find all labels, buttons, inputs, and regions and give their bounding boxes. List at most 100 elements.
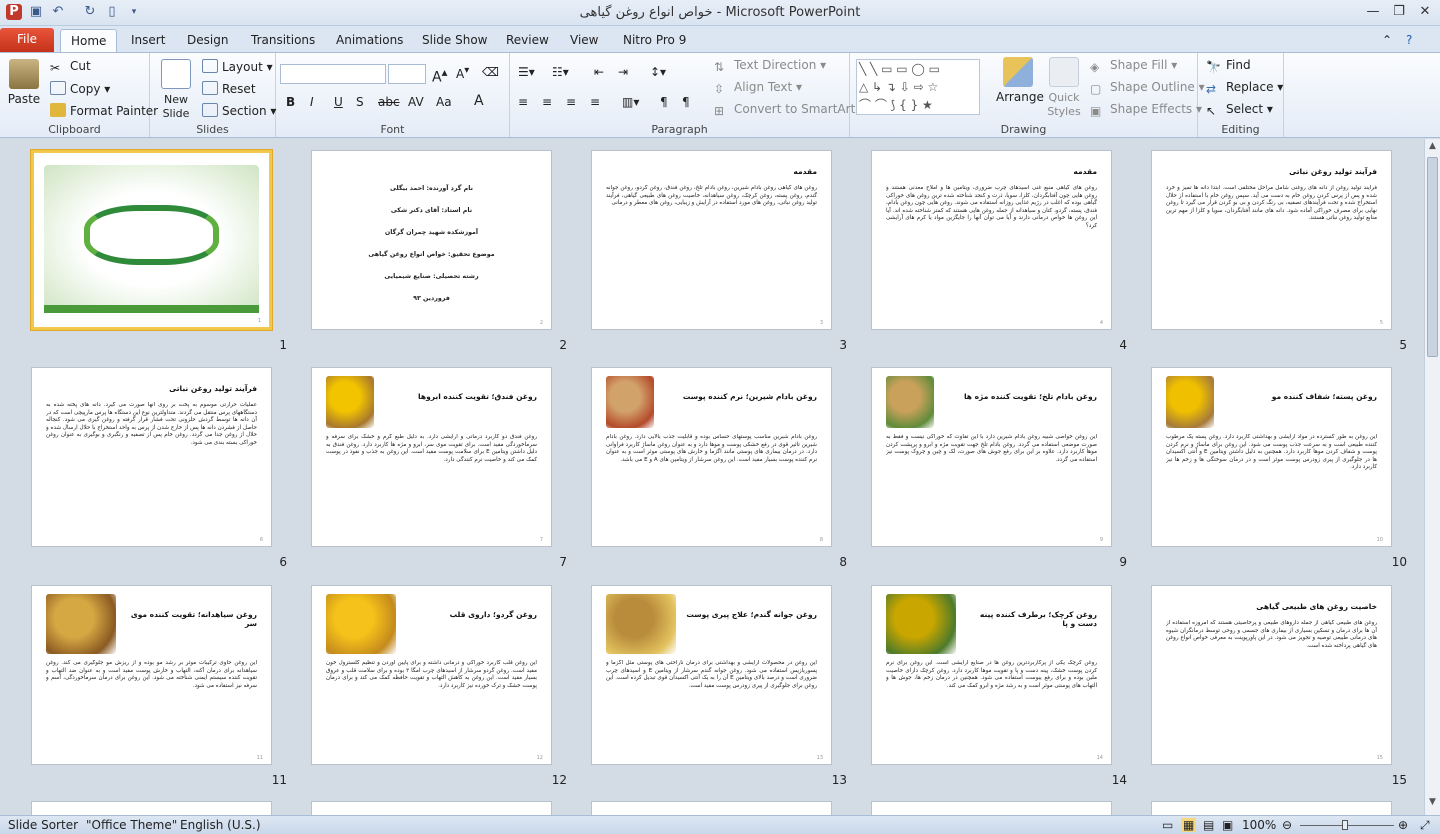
tab-animations[interactable]: Animations xyxy=(326,29,413,52)
section-button[interactable]: Section ▾ xyxy=(202,103,276,118)
clear-format-icon[interactable]: ⌫ xyxy=(482,65,499,79)
align-center-icon[interactable]: ≡ xyxy=(542,95,552,109)
tab-home[interactable]: Home xyxy=(60,29,118,52)
increase-indent-icon[interactable]: ⇥ xyxy=(618,65,628,79)
zoom-slider-thumb[interactable] xyxy=(1342,820,1348,830)
find-button[interactable]: 🔭 Find xyxy=(1206,58,1251,74)
normal-view-icon[interactable]: ▭ xyxy=(1162,818,1173,832)
font-size-combo[interactable] xyxy=(388,64,426,84)
italic-icon[interactable]: I xyxy=(310,95,314,109)
ltr-icon[interactable]: ¶ xyxy=(682,95,690,109)
font-color-icon[interactable]: A xyxy=(474,93,484,109)
quick-styles-button[interactable]: Quick Styles xyxy=(1044,57,1084,118)
zoom-in-icon[interactable]: ⊕ xyxy=(1398,818,1408,832)
copy-button[interactable]: Copy ▾ xyxy=(50,81,110,96)
select-button[interactable]: ↖ Select ▾ xyxy=(1206,102,1273,118)
paste-button[interactable]: Paste xyxy=(6,59,42,106)
language[interactable]: English (U.S.) xyxy=(180,818,261,832)
font-name-combo[interactable] xyxy=(280,64,386,84)
numbering-icon[interactable]: ☷▾ xyxy=(552,65,569,79)
slide-thumbnail[interactable]: روغن گردو؛ داروی قلب این روغن قلب کاربرد … xyxy=(311,585,552,765)
shapes-gallery[interactable]: ╲ ╲ ▭ ▭ ◯ ▭ △ ↳ ↴ ⇩ ⇨ ☆ ⌒ ⌒ ⟆ { } ★ xyxy=(856,59,980,115)
slide-heading: مقدمه xyxy=(793,167,817,176)
grow-font-icon[interactable]: A▴ xyxy=(432,65,447,86)
zoom-level[interactable]: 100% xyxy=(1242,818,1276,832)
slide-thumbnail[interactable]: فرآیند تولید روغن نباتی فرآیند تولید روغن… xyxy=(1151,150,1392,330)
tab-design[interactable]: Design xyxy=(177,29,238,52)
minimize-ribbon-icon[interactable]: ⌃ xyxy=(1378,29,1396,52)
slide-thumbnail[interactable]: مقدمه روغن های گیاهی منبع غنی اسیدهای چرب… xyxy=(871,150,1112,330)
reading-view-icon[interactable]: ▤ xyxy=(1203,818,1214,832)
tab-view[interactable]: View xyxy=(560,29,608,52)
scroll-down-icon[interactable]: ▼ xyxy=(1427,797,1438,811)
scroll-thumb[interactable] xyxy=(1427,157,1438,357)
shadow-icon[interactable]: S xyxy=(356,95,364,109)
slide-thumbnail[interactable]: نام گرد آورنده: احمد بیگلی نام استاد: آقا… xyxy=(311,150,552,330)
text-direction-button[interactable]: ⇅ Text Direction ▾ xyxy=(714,58,826,74)
slide-thumbnail[interactable] xyxy=(311,801,552,815)
slide-thumbnail[interactable]: روغن فندق؛ تقویت کننده ابروها روغن فندق د… xyxy=(311,367,552,547)
slide-thumbnail[interactable] xyxy=(871,801,1112,815)
tab-transitions[interactable]: Transitions xyxy=(241,29,325,52)
slide-thumbnail[interactable]: روغن پسته؛ شفاف کننده مو این روغن به طور … xyxy=(1151,367,1392,547)
slide-sorter-view-icon[interactable]: ▦ xyxy=(1181,818,1197,832)
slide-thumbnail[interactable]: 1 xyxy=(30,149,273,331)
convert-smartart-button[interactable]: ⊞Convert to SmartArt ▾ xyxy=(714,102,865,118)
align-text-button[interactable]: ⇳ Align Text ▾ xyxy=(714,80,802,96)
slide-thumbnail[interactable]: روغن بادام شیرین؛ نرم کننده پوست روغن باد… xyxy=(591,367,832,547)
slide-thumbnail[interactable]: فرآیند تولید روغن نباتی عملیات حرارتی موس… xyxy=(31,367,272,547)
line-spacing-icon[interactable]: ↕▾ xyxy=(650,65,666,79)
help-icon[interactable]: ? xyxy=(1400,29,1418,52)
zoom-out-icon[interactable]: ⊖ xyxy=(1282,818,1292,832)
slide-text-line: رشته تحصیلی: صنایع شیمیایی xyxy=(384,273,479,280)
slide-thumbnail[interactable]: روغن کرچک؛ برطرف کننده پینه دست و پا روغن… xyxy=(871,585,1112,765)
tab-file[interactable]: File xyxy=(0,28,54,52)
slide-thumbnail[interactable] xyxy=(1151,801,1392,815)
tab-review[interactable]: Review xyxy=(496,29,559,52)
fit-window-icon[interactable]: ⤢ xyxy=(1420,818,1430,833)
replace-button[interactable]: ⇄ Replace ▾ xyxy=(1206,80,1283,96)
columns-icon[interactable]: ▥▾ xyxy=(622,95,639,109)
char-spacing-icon[interactable]: AV xyxy=(408,95,424,109)
align-right-icon[interactable]: ≡ xyxy=(566,95,576,109)
arrange-button[interactable]: Arrange xyxy=(996,57,1044,104)
format-painter-button[interactable]: Format Painter xyxy=(50,103,158,118)
vertical-scrollbar[interactable]: ▲ ▼ xyxy=(1424,139,1440,815)
bullets-icon[interactable]: ☰▾ xyxy=(518,65,535,79)
slide-page-number: 2 xyxy=(539,320,543,326)
layout-button[interactable]: Layout ▾ xyxy=(202,59,273,74)
shape-outline-button[interactable]: ▢ Shape Outline ▾ xyxy=(1090,80,1205,96)
new-slide-button[interactable]: New Slide xyxy=(156,59,196,120)
slideshow-view-icon[interactable]: ▣ xyxy=(1222,818,1233,832)
cut-button[interactable]: ✂ Cut xyxy=(50,59,91,75)
slide-thumbnail[interactable] xyxy=(31,801,272,815)
underline-icon[interactable]: U xyxy=(334,95,343,109)
tab-nitro[interactable]: Nitro Pro 9 xyxy=(613,29,696,52)
slide-thumbnail[interactable]: مقدمه روغن های گیاهی روغن بادام شیرین، رو… xyxy=(591,150,832,330)
shrink-font-icon[interactable]: A▾ xyxy=(456,65,469,81)
close-icon[interactable]: ✕ xyxy=(1414,3,1436,21)
bold-icon[interactable]: B xyxy=(286,95,295,109)
slide-thumbnail[interactable]: خاصیت روغن های طبیعی گیاهی روغن های طبیعی… xyxy=(1151,585,1392,765)
reset-button[interactable]: Reset xyxy=(202,81,256,96)
restore-icon[interactable]: ❐ xyxy=(1388,3,1410,21)
tab-slide-show[interactable]: Slide Show xyxy=(412,29,497,52)
slide-thumbnail[interactable]: روغن بادام تلخ؛ تقویت کننده مژه ها این رو… xyxy=(871,367,1112,547)
change-case-icon[interactable]: Aa xyxy=(436,95,452,109)
scroll-up-icon[interactable]: ▲ xyxy=(1427,141,1438,155)
slide-thumbnail[interactable]: روغن سیاهدانه؛ تقویت کننده موی سر این روغ… xyxy=(31,585,272,765)
decrease-indent-icon[interactable]: ⇤ xyxy=(594,65,604,79)
shape-effects-button[interactable]: ▣ Shape Effects ▾ xyxy=(1090,102,1202,118)
justify-icon[interactable]: ≡ xyxy=(590,95,600,109)
strikethrough-icon[interactable]: abc xyxy=(378,95,400,109)
slide-thumbnail[interactable]: روغن جوانه گندم؛ علاج پیری پوست این روغن … xyxy=(591,585,832,765)
oil-photo xyxy=(606,376,654,428)
align-left-icon[interactable]: ≡ xyxy=(518,95,528,109)
minimize-icon[interactable]: — xyxy=(1362,3,1384,21)
tab-insert[interactable]: Insert xyxy=(121,29,175,52)
shape-fill-button[interactable]: ◈ Shape Fill ▾ xyxy=(1090,58,1177,74)
slide-sorter-view: 1 1 نام گرد آورنده: احمد بیگلی نام استاد: آ… xyxy=(0,139,1424,815)
slide-thumbnail[interactable] xyxy=(591,801,832,815)
oil-photo xyxy=(326,376,374,428)
rtl-icon[interactable]: ¶ xyxy=(660,95,668,109)
